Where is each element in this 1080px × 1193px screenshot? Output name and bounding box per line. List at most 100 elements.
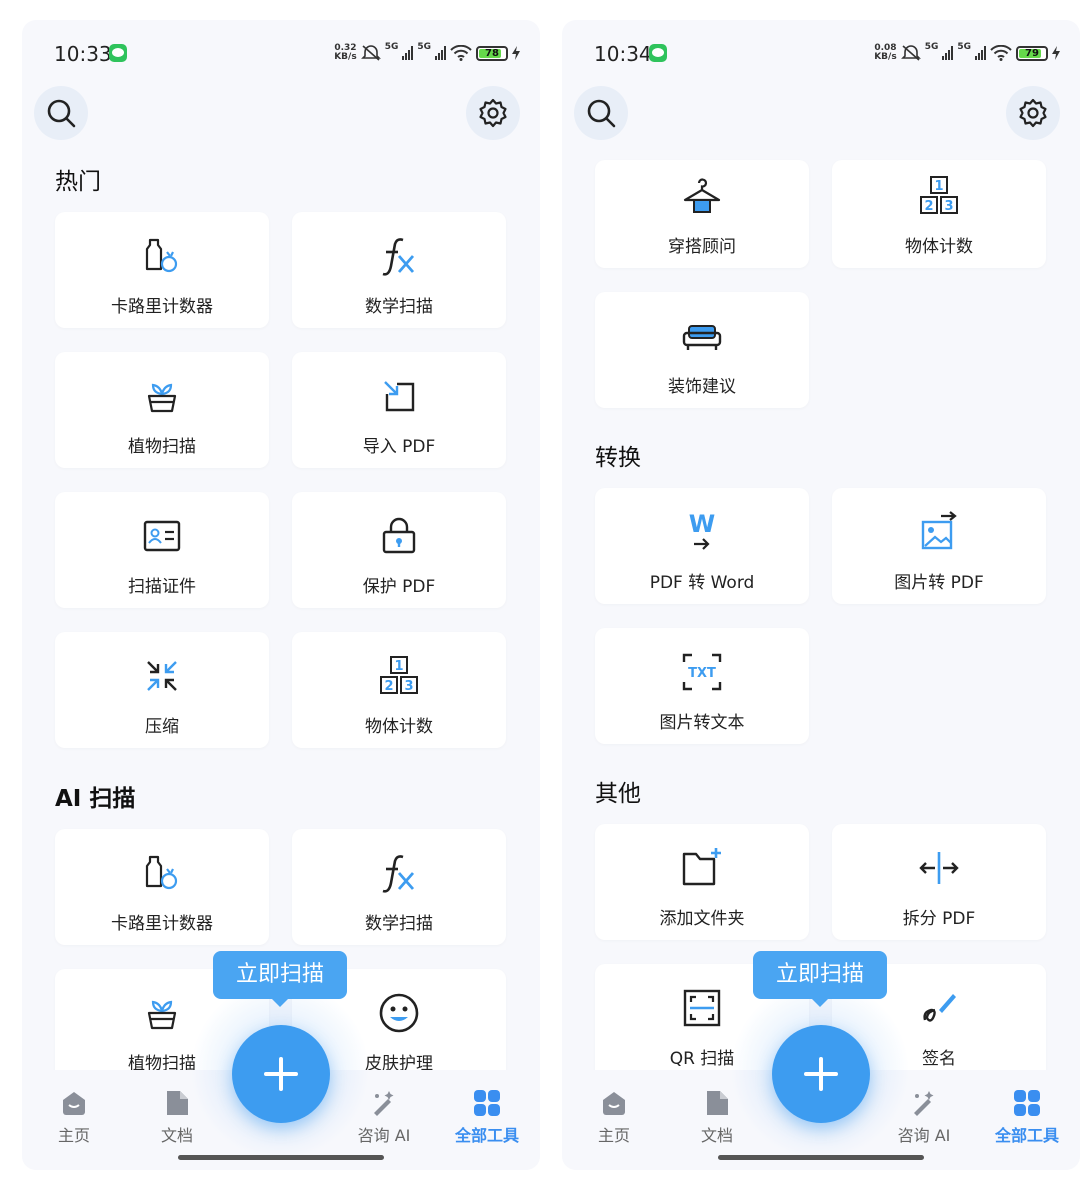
scan-now-tooltip[interactable]: 立即扫描 bbox=[213, 951, 347, 1007]
hanger-icon bbox=[680, 174, 724, 218]
import-pdf-icon bbox=[377, 374, 421, 418]
tool-image-to-pdf[interactable]: 图片转 PDF bbox=[832, 488, 1046, 604]
grid-tools-icon bbox=[474, 1090, 500, 1116]
plus-icon bbox=[264, 1057, 298, 1091]
tool-outfit-advisor[interactable]: 穿搭顾问 bbox=[595, 160, 809, 268]
status-bar: 10:33 0.32 KB/s 5G 5G 78 bbox=[22, 20, 540, 82]
tool-label: 穿搭顾问 bbox=[668, 237, 736, 257]
magic-wand-icon bbox=[374, 1091, 394, 1116]
tool-compress[interactable]: 压缩 bbox=[55, 632, 269, 748]
tool-scan-id[interactable]: 扫描证件 bbox=[55, 492, 269, 608]
scan-now-button[interactable] bbox=[772, 1025, 870, 1123]
smiley-face-icon bbox=[377, 991, 421, 1035]
sofa-icon bbox=[680, 314, 724, 358]
status-time: 10:33 bbox=[54, 42, 112, 66]
tool-label: 物体计数 bbox=[365, 717, 433, 737]
svg-text:3: 3 bbox=[944, 199, 953, 214]
tool-label: 卡路里计数器 bbox=[111, 914, 213, 934]
tool-label: 压缩 bbox=[145, 717, 179, 737]
lock-icon bbox=[377, 514, 421, 558]
gear-icon bbox=[1019, 98, 1047, 128]
object-count-icon: 123 bbox=[377, 654, 421, 698]
phone-screen-left: 10:33 0.32 KB/s 5G 5G 78 热门 卡路里计数器 数学扫描 植… bbox=[22, 20, 540, 1170]
scan-now-button[interactable] bbox=[232, 1025, 330, 1123]
tool-label: 保护 PDF bbox=[362, 577, 436, 597]
tool-label: 物体计数 bbox=[905, 237, 973, 257]
status-icons: 0.32 KB/s 5G 5G 78 bbox=[334, 42, 520, 64]
svg-text:TXT: TXT bbox=[688, 666, 716, 681]
tool-math-scan[interactable]: 数学扫描 bbox=[292, 212, 506, 328]
tool-label: 导入 PDF bbox=[362, 437, 436, 457]
section-title-hot: 热门 bbox=[55, 169, 101, 195]
calorie-counter-icon bbox=[140, 851, 184, 895]
tool-split-pdf[interactable]: 拆分 PDF bbox=[832, 824, 1046, 940]
status-time: 10:34 bbox=[594, 42, 652, 66]
plant-icon bbox=[140, 374, 184, 418]
signature-icon bbox=[917, 986, 961, 1030]
section-title-ai-scan: AI 扫描 bbox=[55, 786, 136, 812]
scan-now-tooltip[interactable]: 立即扫描 bbox=[753, 951, 887, 1007]
gear-icon bbox=[479, 98, 507, 128]
charging-icon bbox=[512, 46, 520, 60]
tool-import-pdf[interactable]: 导入 PDF bbox=[292, 352, 506, 468]
signal-icon bbox=[402, 46, 414, 60]
search-button[interactable] bbox=[34, 86, 88, 140]
document-icon bbox=[167, 1091, 188, 1115]
qr-scan-icon bbox=[680, 986, 724, 1030]
tool-decor-advice[interactable]: 装饰建议 bbox=[595, 292, 809, 408]
tool-label: 数学扫描 bbox=[365, 297, 433, 317]
search-button[interactable] bbox=[574, 86, 628, 140]
settings-button[interactable] bbox=[466, 86, 520, 140]
image-to-pdf-icon bbox=[917, 510, 961, 554]
wechat-notification-icon bbox=[109, 44, 127, 62]
svg-text:W: W bbox=[689, 510, 715, 538]
home-icon bbox=[603, 1092, 625, 1115]
tool-label: 装饰建议 bbox=[668, 377, 736, 397]
tool-calorie-counter[interactable]: 卡路里计数器 bbox=[55, 212, 269, 328]
search-icon bbox=[47, 99, 76, 128]
status-bar: 10:34 0.08 KB/s 5G 5G 79 bbox=[562, 20, 1080, 82]
tool-label: 扫描证件 bbox=[128, 577, 196, 597]
battery-icon: 79 bbox=[1016, 45, 1048, 61]
nav-all-tools[interactable]: 全部工具 bbox=[977, 1088, 1077, 1146]
status-icons: 0.08 KB/s 5G 5G 79 bbox=[874, 42, 1060, 64]
tool-plant-scan[interactable]: 植物扫描 bbox=[55, 352, 269, 468]
pdf-to-word-icon: W bbox=[680, 510, 724, 554]
battery-icon: 78 bbox=[476, 45, 508, 61]
nav-all-tools[interactable]: 全部工具 bbox=[437, 1088, 537, 1146]
signal-icon bbox=[975, 46, 986, 60]
settings-button[interactable] bbox=[1006, 86, 1060, 140]
signal-icon bbox=[435, 46, 446, 60]
tool-object-count[interactable]: 123 物体计数 bbox=[832, 160, 1046, 268]
document-icon bbox=[707, 1091, 728, 1115]
id-card-icon bbox=[140, 514, 184, 558]
calorie-counter-icon bbox=[140, 234, 184, 278]
nav-home[interactable]: 主页 bbox=[24, 1088, 124, 1146]
tool-protect-pdf[interactable]: 保护 PDF bbox=[292, 492, 506, 608]
wifi-icon bbox=[990, 45, 1012, 61]
tool-calorie-counter[interactable]: 卡路里计数器 bbox=[55, 829, 269, 945]
tool-add-folder[interactable]: 添加文件夹 bbox=[595, 824, 809, 940]
tool-image-to-text[interactable]: TXT 图片转文本 bbox=[595, 628, 809, 744]
phone-screen-right: 10:34 0.08 KB/s 5G 5G 79 穿搭顾问 123 物体计数 装饰… bbox=[562, 20, 1080, 1170]
svg-text:2: 2 bbox=[384, 679, 393, 694]
nav-home[interactable]: 主页 bbox=[564, 1088, 664, 1146]
svg-text:3: 3 bbox=[404, 679, 413, 694]
wifi-icon bbox=[450, 45, 472, 61]
tool-math-scan[interactable]: 数学扫描 bbox=[292, 829, 506, 945]
magic-wand-icon bbox=[914, 1091, 934, 1116]
tool-label: 拆分 PDF bbox=[902, 909, 976, 929]
section-title-other: 其他 bbox=[595, 781, 641, 807]
network-speed: 0.08 KB/s bbox=[874, 43, 897, 62]
tool-label: PDF 转 Word bbox=[649, 573, 755, 593]
search-icon bbox=[587, 99, 616, 128]
tool-object-count[interactable]: 123 物体计数 bbox=[292, 632, 506, 748]
signal-icon bbox=[942, 46, 954, 60]
wechat-notification-icon bbox=[649, 44, 667, 62]
tool-pdf-to-word[interactable]: W PDF 转 Word bbox=[595, 488, 809, 604]
tool-label: 数学扫描 bbox=[365, 914, 433, 934]
grid-tools-icon bbox=[1014, 1090, 1040, 1116]
home-icon bbox=[63, 1092, 85, 1115]
mute-icon bbox=[900, 45, 921, 61]
plus-icon bbox=[804, 1057, 838, 1091]
